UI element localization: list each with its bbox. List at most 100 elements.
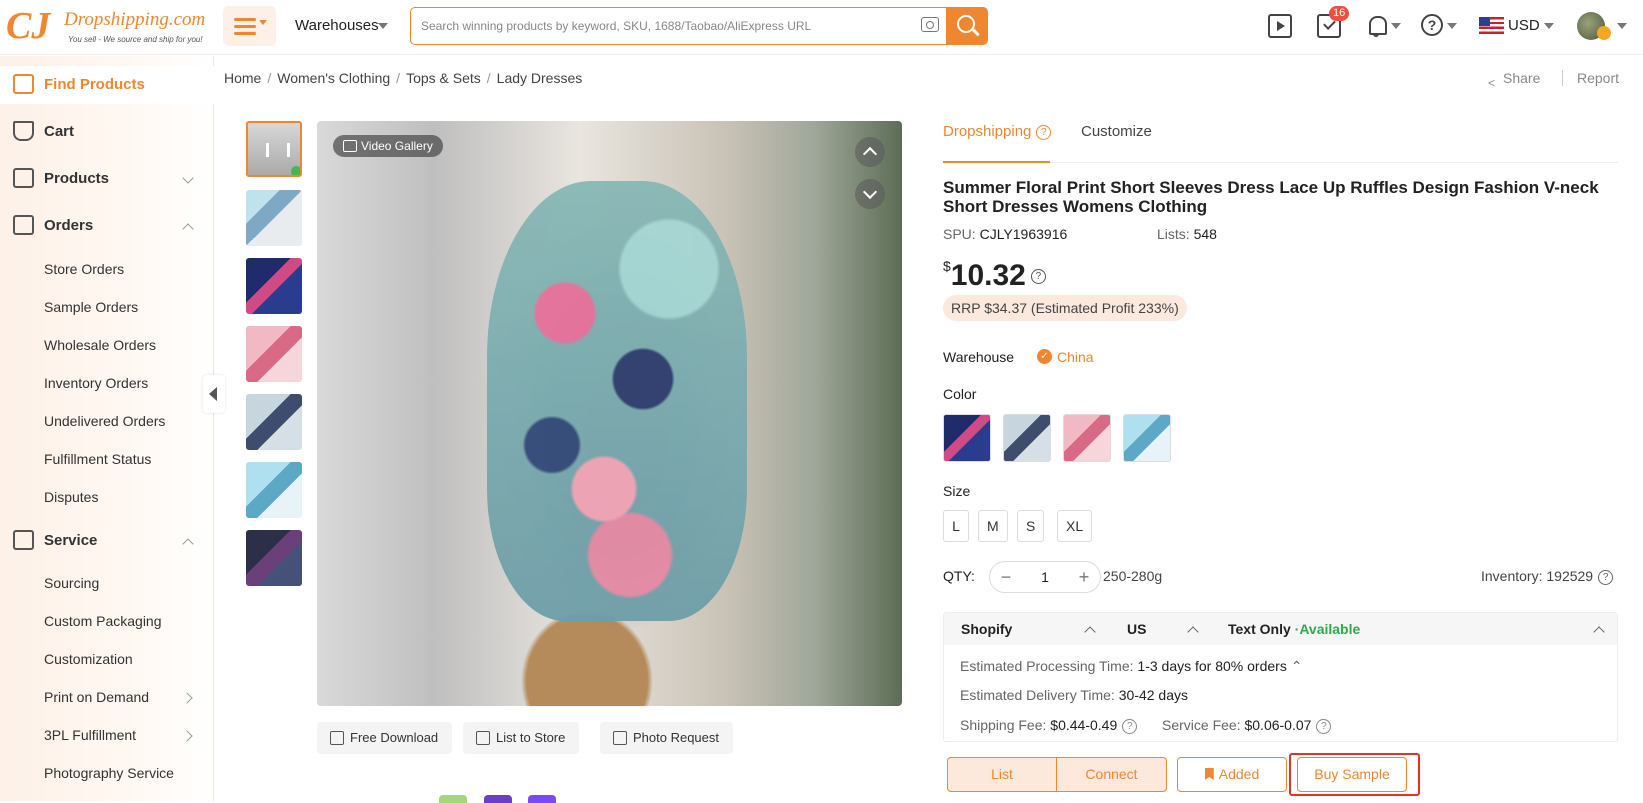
sidebar-item-3pl-fulfillment[interactable]: 3PL Fulfillment <box>44 727 136 743</box>
warehouses-dropdown[interactable]: Warehouses <box>295 17 379 34</box>
chevron-down-icon <box>1447 23 1457 29</box>
thumbnail-image[interactable] <box>246 462 302 518</box>
size-option-xl[interactable]: XL <box>1057 510 1093 542</box>
lists-label: Lists: <box>1157 226 1190 242</box>
sidebar-item-sourcing[interactable]: Sourcing <box>44 575 99 591</box>
sidebar-item-sample-orders[interactable]: Sample Orders <box>44 299 138 315</box>
sidebar-item-wholesale-orders[interactable]: Wholesale Orders <box>44 337 156 353</box>
size-option-l[interactable]: L <box>943 510 969 542</box>
thumbnail-video[interactable] <box>246 121 302 177</box>
country-selector[interactable]: US <box>1127 621 1146 637</box>
report-button[interactable]: Report <box>1577 70 1619 86</box>
search-input[interactable] <box>421 16 901 36</box>
help-icon[interactable]: ? <box>1421 14 1443 36</box>
help-icon[interactable]: ? <box>1036 125 1052 140</box>
sidebar-item-print-on-demand[interactable]: Print on Demand <box>44 689 149 705</box>
category-menu-button[interactable] <box>223 6 276 46</box>
breadcrumb-item[interactable]: Lady Dresses <box>497 70 583 86</box>
chevron-up-icon[interactable]: ⌃ <box>1291 658 1303 674</box>
us-flag-icon[interactable] <box>1479 17 1504 34</box>
photo-icon <box>613 731 627 745</box>
photo-request-button[interactable]: Photo Request <box>600 722 734 754</box>
delivery-value: 30-42 days <box>1118 687 1188 703</box>
tab-dropshipping[interactable]: Dropshipping? <box>943 123 1052 140</box>
logo-name: Dropshipping.com <box>64 9 206 30</box>
shipping-fee-label: Shipping Fee: <box>960 717 1047 733</box>
sidebar-item-fulfillment-status[interactable]: Fulfillment Status <box>44 451 151 467</box>
list-to-store-button[interactable]: List to Store <box>463 722 580 754</box>
processing-value: 1-3 days for 80% orders <box>1137 658 1287 674</box>
inventory-count: Inventory: 192529? <box>1481 568 1614 585</box>
thumbnail-image[interactable] <box>246 326 302 382</box>
avatar[interactable] <box>1577 12 1611 40</box>
inventory-label: Inventory: <box>1481 568 1543 584</box>
help-icon[interactable]: ? <box>1030 269 1046 284</box>
spu-value: CJLY1963916 <box>979 226 1068 242</box>
camera-icon[interactable] <box>921 17 939 32</box>
sidebar-collapse-button[interactable] <box>203 375 225 413</box>
sidebar-item-disputes[interactable]: Disputes <box>44 489 98 505</box>
color-swatch[interactable] <box>943 414 991 462</box>
color-swatch[interactable] <box>1063 414 1111 462</box>
shipping-method-selector: Text Only ·Available <box>1228 621 1360 637</box>
help-icon[interactable]: ? <box>1598 570 1614 585</box>
list-button[interactable]: List <box>947 757 1057 792</box>
warehouse-option-china[interactable]: China <box>1037 349 1094 365</box>
shipping-fee: Shipping Fee: $0.44-0.49? <box>960 717 1138 734</box>
added-button[interactable]: Added <box>1177 757 1287 792</box>
sidebar-item-cart[interactable]: Cart <box>0 113 214 151</box>
thumbnail-image[interactable] <box>246 394 302 450</box>
method-name[interactable]: Text Only <box>1228 621 1291 637</box>
sidebar-item-orders[interactable]: Orders <box>0 207 214 245</box>
sidebar-item-service[interactable]: Service <box>0 522 214 560</box>
breadcrumb-item[interactable]: Tops & Sets <box>406 70 481 86</box>
video-gallery-button[interactable]: Video Gallery <box>333 135 443 157</box>
tab-customize[interactable]: Customize <box>1081 123 1152 140</box>
color-swatch[interactable] <box>1123 414 1171 462</box>
sidebar-item-label: Find Products <box>44 76 145 93</box>
thumbnail-image[interactable] <box>246 530 302 586</box>
chevron-down-icon[interactable] <box>855 179 885 209</box>
help-icon[interactable]: ? <box>1122 719 1138 734</box>
chevron-up-icon[interactable] <box>1593 626 1605 638</box>
help-icon[interactable]: ? <box>1316 719 1332 734</box>
store-selector[interactable]: Shopify <box>961 621 1012 637</box>
sidebar-item-products[interactable]: Products <box>0 160 214 198</box>
processing-time: Estimated Processing Time: 1-3 days for … <box>960 658 1302 675</box>
breadcrumb-item[interactable]: Home <box>224 70 261 86</box>
sidebar-item-undelivered-orders[interactable]: Undelivered Orders <box>44 413 165 429</box>
logo[interactable]: CJ Dropshipping.com You sell - We source… <box>6 6 206 48</box>
minus-icon[interactable]: − <box>995 566 1017 588</box>
thumbnail-image[interactable] <box>246 190 302 246</box>
chevron-up-icon[interactable] <box>1187 626 1199 638</box>
chevron-up-icon[interactable] <box>855 137 885 167</box>
sidebar-item-inventory-orders[interactable]: Inventory Orders <box>44 375 148 391</box>
chevron-up-icon[interactable] <box>1084 626 1096 638</box>
product-title: Summer Floral Print Short Sleeves Dress … <box>943 178 1599 216</box>
sidebar: Find Products Cart Products Orders Store… <box>0 56 214 801</box>
product-weight: 250-280g <box>1103 568 1163 584</box>
sidebar-item-find-products[interactable]: Find Products <box>0 66 214 104</box>
main-product-image[interactable] <box>317 121 902 706</box>
bell-icon[interactable] <box>1366 14 1390 38</box>
sidebar-item-photography-service[interactable]: Photography Service <box>44 765 174 781</box>
size-option-s[interactable]: S <box>1017 510 1045 542</box>
breadcrumb-item[interactable]: Women's Clothing <box>277 70 390 86</box>
video-icon[interactable] <box>1268 14 1292 38</box>
size-option-m[interactable]: M <box>978 510 1008 542</box>
currency-selector[interactable]: USD <box>1508 17 1540 34</box>
color-swatch[interactable] <box>1003 414 1051 462</box>
free-download-button[interactable]: Free Download <box>317 722 453 754</box>
sidebar-item-customization[interactable]: Customization <box>44 651 133 667</box>
sidebar-item-store-orders[interactable]: Store Orders <box>44 261 124 277</box>
delivery-label: Estimated Delivery Time: <box>960 687 1115 703</box>
chevron-down-icon <box>182 172 194 184</box>
sidebar-item-custom-packaging[interactable]: Custom Packaging <box>44 613 162 629</box>
plus-icon[interactable]: + <box>1073 566 1095 588</box>
quantity-input[interactable]: 1 <box>1020 569 1070 585</box>
search-button[interactable] <box>946 7 988 45</box>
thumbnail-image[interactable] <box>246 258 302 314</box>
connect-button[interactable]: Connect <box>1056 757 1167 792</box>
share-button[interactable]: Share <box>1503 70 1540 86</box>
price-amount: 10.32 <box>950 259 1026 292</box>
